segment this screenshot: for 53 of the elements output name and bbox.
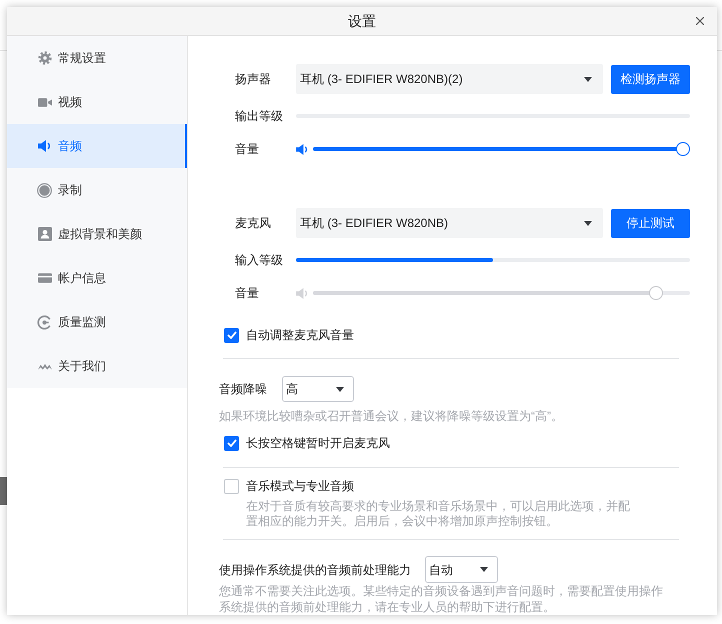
checkbox-label: 音乐模式与专业音频 — [246, 478, 354, 495]
check-icon — [226, 331, 236, 339]
portrait-icon — [38, 227, 52, 241]
sidebar-item[interactable]: 视频 — [7, 80, 187, 124]
video-camera-icon — [38, 98, 52, 106]
field-label: 输出等级 — [235, 108, 284, 125]
stop-test-button[interactable]: 停止测试 — [611, 208, 690, 238]
checkbox-label: 长按空格键暂时开启麦克风 — [246, 435, 390, 452]
field-label: 音量 — [235, 141, 260, 158]
record-icon — [37, 182, 52, 198]
gear-icon — [38, 51, 52, 65]
field-label: 音量 — [235, 285, 260, 302]
wave-logo-icon — [38, 362, 52, 370]
checkbox[interactable] — [224, 328, 239, 342]
mode-select[interactable]: 自动 — [425, 556, 498, 583]
sidebar-item[interactable]: 录制 — [7, 168, 187, 212]
checkbox-label: 自动调整麦克风音量 — [246, 327, 354, 344]
slider-thumb[interactable] — [676, 142, 690, 156]
sidebar-item[interactable]: 帐户信息 — [7, 256, 187, 300]
field-label: 输入等级 — [235, 252, 284, 269]
sidebar-item[interactable]: 音频 — [7, 124, 187, 168]
hint-text: 如果环境比较嘈杂或召开普通会议，建议将降噪等级设置为“高”。 — [219, 408, 564, 425]
sidebar-item[interactable]: 常规设置 — [7, 36, 187, 80]
checkbox[interactable] — [224, 478, 239, 494]
circle-dot-icon — [37, 314, 52, 330]
speaker-icon — [296, 288, 309, 298]
field-label: 使用操作系统提供的音频前处理能力 — [219, 562, 412, 578]
close-icon — [693, 14, 707, 28]
check-icon — [226, 439, 236, 447]
speaker-icon — [296, 144, 309, 154]
description-text: 在对于音质有较高要求的专业场景和音乐场景中，可以启用此选项，并配置相应的能力开关。启用后，会议中将增加原声控制按钮。 — [246, 499, 631, 529]
device-select[interactable]: 耳机 (3- EDIFIER W820NB) — [296, 208, 603, 238]
background-block — [0, 477, 7, 505]
hint-text: 您通常不需要关注此选项。某些特定的音频设备遇到声音问题时，需要配置使用操作系统提供的音频前处理能力，请在专业人员的帮助下进行配置。 — [219, 583, 664, 615]
device-select[interactable]: 耳机 (3- EDIFIER W820NB)(2) — [296, 64, 603, 94]
sidebar-item[interactable]: 关于我们 — [7, 344, 187, 388]
speaker-icon — [38, 140, 52, 152]
field-label: 麦克风 — [235, 215, 272, 232]
volume-slider[interactable] — [313, 142, 690, 156]
caret-icon — [584, 220, 592, 226]
window-title: 设置 — [348, 12, 376, 30]
field-label: 音频降噪 — [219, 381, 268, 398]
card-icon — [38, 273, 52, 283]
field-label: 扬声器 — [235, 71, 272, 88]
close-button[interactable] — [693, 14, 707, 28]
caret-icon — [336, 386, 344, 392]
sidebar-item[interactable]: 质量监测 — [7, 300, 187, 344]
level-select[interactable]: 高 — [282, 376, 354, 402]
sidebar-item[interactable]: 虚拟背景和美颜 — [7, 212, 187, 256]
caret-icon — [584, 76, 592, 82]
caret-icon — [480, 567, 488, 572]
test-speaker-button[interactable]: 检测扬声器 — [611, 64, 690, 94]
checkbox[interactable] — [224, 436, 239, 450]
